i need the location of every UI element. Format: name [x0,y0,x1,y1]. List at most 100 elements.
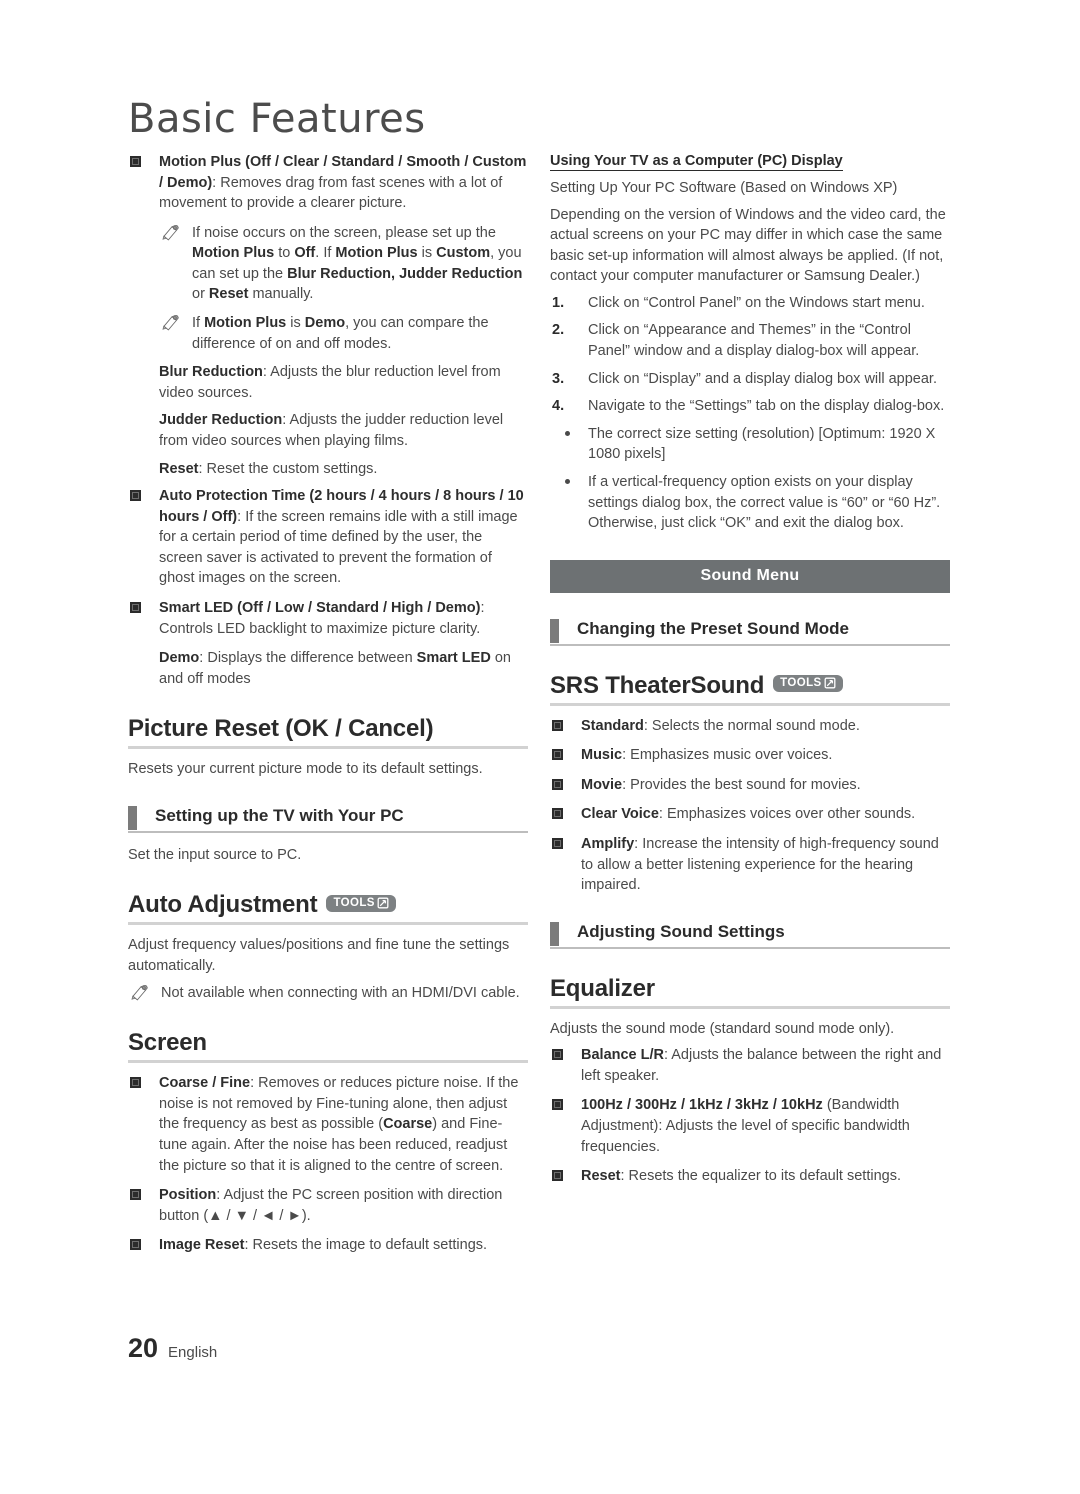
heading-pc-display: Using Your TV as a Computer (PC) Display [550,153,843,171]
note-text-1d: Off [294,245,316,262]
sound-mode-label: Standard [581,717,644,734]
heading-rule [550,643,950,646]
tools-badge[interactable]: TOOLS [773,675,843,693]
dot-text: If a vertical-frequency option exists on… [588,473,941,532]
square-bullet-icon [552,808,563,820]
pencil-icon [162,315,179,331]
note-text-1k: or [192,286,209,303]
note-text-2b: Motion Plus [204,315,287,332]
tools-badge-label: TOOLS [333,896,375,909]
heading-equalizer-label: Equalizer [550,974,655,1002]
equalizer-item-text: : Resets the equalizer to its default se… [620,1168,901,1185]
note-text-2a: If [192,315,205,332]
heading-picture-reset: Picture Reset (OK / Cancel) [128,715,528,746]
square-bullet-icon [130,1239,141,1251]
heading-auto-adjustment-label: Auto Adjustment [128,891,318,919]
heading-srs-theatersound: SRS TheaterSound TOOLS [550,672,950,703]
list-item-sound-mode: Standard: Selects the normal sound mode. [550,716,950,737]
step-text: Click on “Control Panel” on the Windows … [588,294,925,311]
blur-reduction-entry: Blur Reduction: Adjusts the blur reducti… [128,362,528,403]
judder-reduction-label: Judder Reduction [159,412,283,429]
dot-bullet-icon [565,430,570,436]
coarse-fine-text-b: Coarse [383,1116,433,1133]
image-reset-label: Image Reset [159,1237,245,1254]
equalizer-item-label: Reset [581,1168,621,1185]
smart-led-demo-text-b: Smart LED [416,650,491,667]
pencil-icon [131,984,148,1001]
list-item-motion-plus: Motion Plus (Off / Clear / Standard / Sm… [128,152,528,214]
square-bullet-icon [130,601,141,613]
heading-rule [128,746,528,750]
list-item-smart-led: Smart LED (Off / Low / Standard / High /… [128,598,528,639]
sound-mode-text: : Provides the best sound for movies. [622,776,861,793]
list-item-sound-mode: Movie: Provides the best sound for movie… [550,775,950,796]
list-item-sound-mode: Amplify: Increase the intensity of high-… [550,834,950,896]
square-bullet-icon [552,778,563,790]
sound-mode-text: : Selects the normal sound mode. [643,717,860,734]
heading-screen-label: Screen [128,1029,207,1057]
note-motion-plus-noise: If noise occurs on the screen, please se… [128,223,528,305]
list-item-equalizer: Balance L/R: Adjusts the balance between… [550,1045,950,1086]
note-text-1g: is [417,245,437,262]
heading-rule [550,946,950,949]
pc-display-line2: Depending on the version of Windows and … [550,206,946,285]
square-bullet-icon [552,1099,563,1111]
heading-setting-up-tv-pc: Setting up the TV with Your PC [128,805,528,831]
position-label: Position [159,1187,217,1204]
heading-rule [128,1060,528,1064]
list-item-dot: If a vertical-frequency option exists on… [550,472,950,534]
list-item-sound-mode: Music: Emphasizes music over voices. [550,745,950,766]
list-item-position: Position: Adjust the PC screen position … [128,1185,528,1226]
heading-bar-marker [128,805,137,830]
sound-mode-text: : Emphasizes music over voices. [622,747,833,764]
heading-bar-marker [550,921,559,946]
tools-badge[interactable]: TOOLS [326,894,396,912]
sound-mode-text: : Emphasizes voices over other sounds. [658,806,916,823]
heading-rule [550,702,950,706]
picture-reset-body: Resets your current picture mode to its … [128,761,483,778]
step-text: Navigate to the “Settings” tab on the di… [588,398,945,415]
note-auto-adjustment-text: Not available when connecting with an HD… [161,984,520,1001]
heading-rule [128,922,528,926]
note-auto-adjustment: Not available when connecting with an HD… [128,983,528,1004]
coarse-fine-label: Coarse / Fine [159,1075,251,1092]
smart-led-label: Smart LED (Off / Low / Standard / High /… [159,599,481,616]
pc-display-block: Using Your TV as a Computer (PC) Display… [550,152,950,534]
note-text-1c: to [274,245,295,262]
square-bullet-icon [552,1049,563,1061]
right-column: Using Your TV as a Computer (PC) Display… [550,152,950,1196]
square-bullet-icon [552,1170,563,1182]
square-bullet-icon [130,490,141,502]
square-bullet-icon [130,1189,141,1201]
heading-adjusting-sound-settings: Adjusting Sound Settings [550,921,950,947]
heading-changing-preset-sound-mode-label: Changing the Preset Sound Mode [577,618,850,638]
list-item-equalizer: Reset: Resets the equalizer to its defau… [550,1166,950,1187]
square-bullet-icon [130,156,141,167]
square-bullet-icon [130,1077,141,1089]
blur-reduction-label: Blur Reduction [159,364,263,381]
note-text-1j: Blur Reduction, Judder Reduction [287,265,523,282]
heading-auto-adjustment: Auto Adjustment TOOLS [128,891,528,922]
page-number: 20 [128,1333,159,1363]
list-item-sound-mode: Clear Voice: Emphasizes voices over othe… [550,804,950,825]
sound-mode-label: Amplify [581,835,635,852]
step-number: 2. [552,322,565,339]
note-text-1f: Motion Plus [335,245,418,262]
note-text-1h: Custom [436,245,491,262]
note-text-1a: If noise occurs on the screen, please se… [192,224,496,241]
note-text-1l: Reset [208,286,249,303]
dot-text: The correct size setting (resolution) [O… [588,425,936,463]
heading-changing-preset-sound-mode: Changing the Preset Sound Mode [550,618,950,644]
list-item-dot: The correct size setting (resolution) [O… [550,424,950,465]
list-item-step: 1. Click on “Control Panel” on the Windo… [550,293,950,314]
heading-bar-marker [550,618,559,643]
list-item-step: 3. Click on “Display” and a display dial… [550,369,950,390]
setting-up-tv-pc-body: Set the input source to PC. [128,846,302,863]
note-motion-plus-demo: If Motion Plus is Demo, you can compare … [128,313,528,354]
heading-adjusting-sound-settings-label: Adjusting Sound Settings [577,921,785,941]
sound-mode-text: : Increase the intensity of high-frequen… [581,835,939,894]
sound-mode-label: Clear Voice [581,806,659,823]
reset-text: : Reset the custom settings. [198,460,378,477]
equalizer-body: Adjusts the sound mode (standard sound m… [550,1020,895,1037]
smart-led-demo-text-a: : Displays the difference between [199,650,417,667]
